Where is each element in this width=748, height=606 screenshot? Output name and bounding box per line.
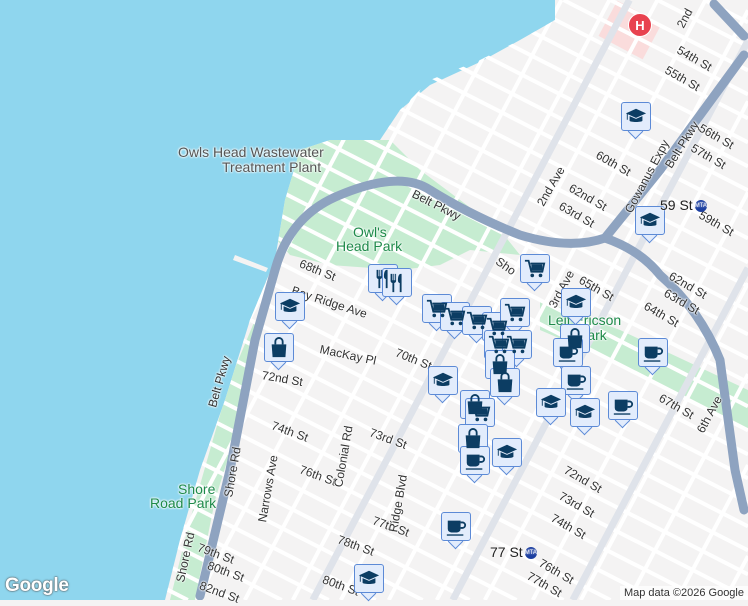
map-label: Treatment Plant (222, 159, 322, 175)
school-icon (540, 394, 562, 408)
map-label: Road Park (150, 495, 217, 511)
cafe-icon (465, 454, 486, 470)
school-marker[interactable] (354, 564, 384, 602)
school-marker[interactable] (561, 288, 591, 326)
school-icon (574, 404, 596, 418)
google-logo: Google (5, 575, 69, 596)
cafe-icon (558, 346, 579, 362)
restaurant-marker[interactable] (382, 268, 412, 306)
restaurant-icon (390, 273, 402, 292)
cafe-marker[interactable] (608, 391, 638, 429)
cafe-icon (446, 520, 467, 536)
shopping-icon (497, 371, 513, 392)
school-icon (279, 298, 301, 312)
map-canvas[interactable] (0, 0, 748, 600)
cafe-marker[interactable] (460, 446, 490, 484)
school-marker[interactable] (492, 438, 522, 476)
grocery-icon (504, 303, 526, 321)
shopping-marker[interactable] (490, 368, 520, 406)
school-icon (625, 108, 647, 122)
school-icon (358, 570, 380, 584)
cafe-marker[interactable] (441, 512, 471, 550)
grocery-icon (444, 307, 466, 325)
grocery-icon (469, 403, 491, 421)
school-icon (565, 294, 587, 308)
grocery-marker[interactable] (520, 254, 550, 292)
cafe-icon (613, 399, 634, 415)
grocery-icon (506, 335, 528, 353)
school-marker[interactable] (570, 398, 600, 436)
shopping-marker[interactable] (264, 333, 294, 371)
subway-station-77-st[interactable]: 77 St MTA (490, 544, 537, 560)
subway-icon: MTA (524, 547, 537, 560)
station-label: 59 St (660, 197, 693, 213)
cafe-icon (643, 346, 664, 362)
cafe-marker[interactable] (638, 338, 668, 376)
school-icon (496, 444, 518, 458)
map-attribution[interactable]: Map data ©2026 Google (619, 586, 748, 600)
subway-station-59-st[interactable]: 59 St MTA (660, 197, 707, 213)
school-marker[interactable] (428, 366, 458, 404)
school-icon (639, 212, 661, 226)
hospital-icon[interactable]: H (628, 13, 652, 37)
school-marker[interactable] (275, 292, 305, 330)
cafe-icon (566, 374, 587, 390)
map-label: Head Park (336, 238, 403, 254)
shopping-icon (271, 336, 287, 357)
school-marker[interactable] (536, 388, 566, 426)
subway-icon: MTA (694, 200, 707, 213)
school-icon (432, 372, 454, 386)
map-label: Owls Head Wastewater (178, 144, 324, 160)
station-label: 77 St (490, 544, 523, 560)
grocery-icon (524, 259, 546, 277)
school-marker[interactable] (635, 206, 665, 244)
shopping-icon (465, 427, 481, 448)
school-marker[interactable] (621, 102, 651, 140)
grocery-icon (466, 311, 488, 329)
